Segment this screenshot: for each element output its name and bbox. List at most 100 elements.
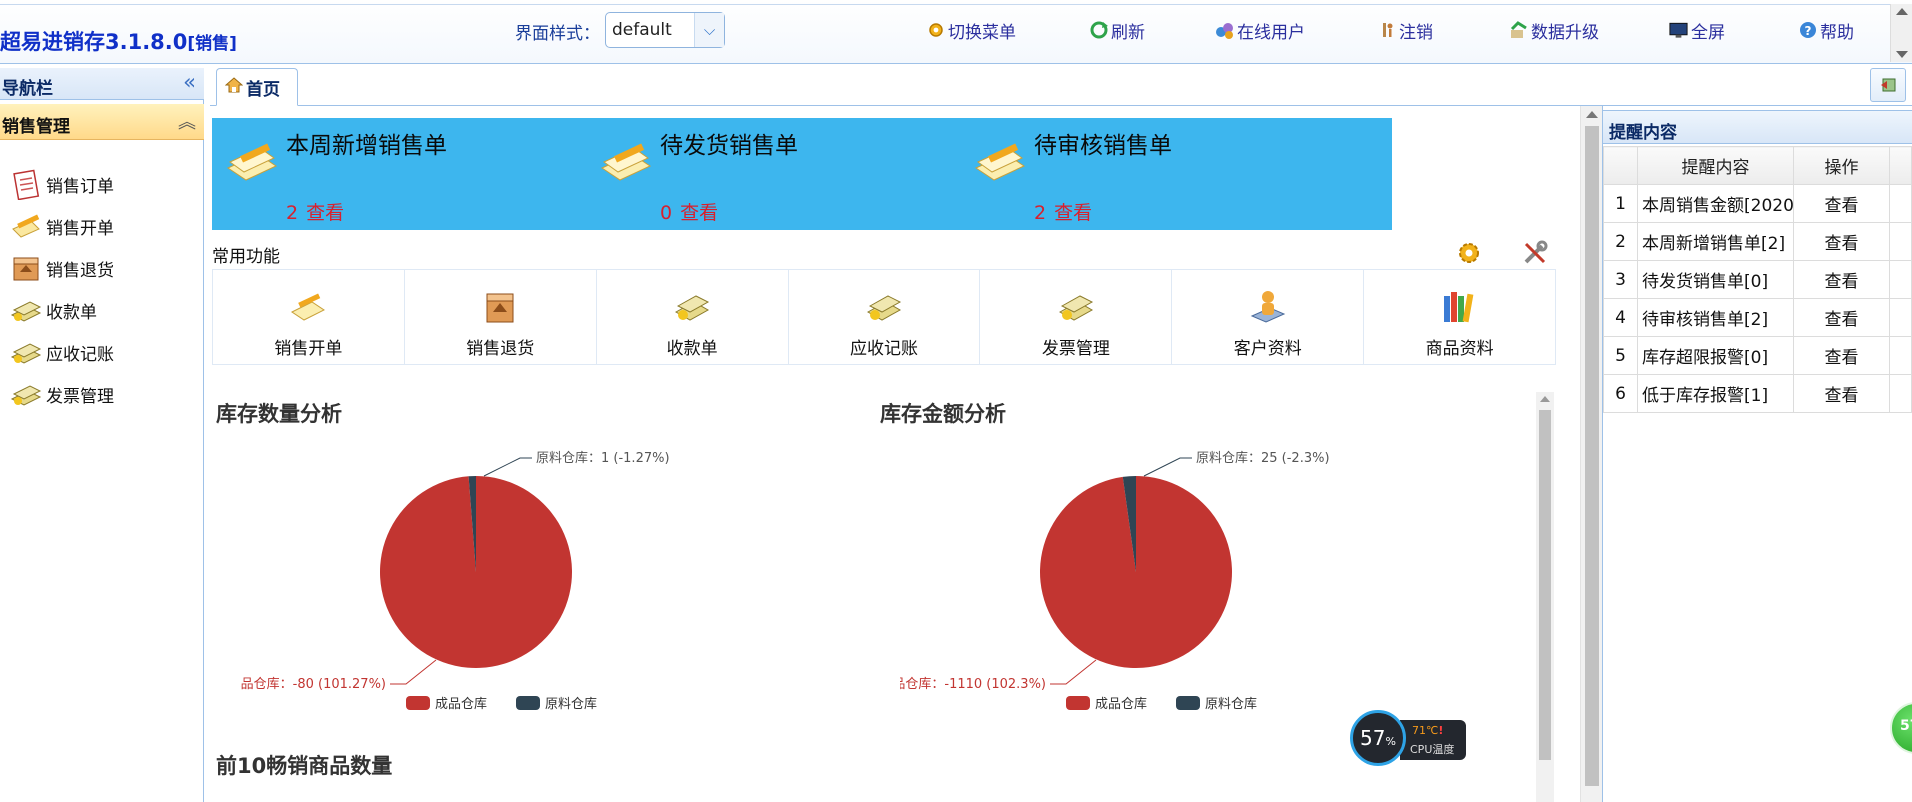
row-view-link[interactable]: 查看: [1793, 222, 1890, 261]
stat-card-weekly-new[interactable]: 本周新增销售单 2 查看: [212, 118, 644, 230]
stat-card-pending-review[interactable]: 待审核销售单 2 查看: [960, 118, 1392, 230]
scrollbar-thumb[interactable]: [1539, 410, 1551, 760]
cpu-usage-ring: 57%: [1350, 710, 1406, 766]
scrollbar-thumb[interactable]: [1585, 126, 1599, 786]
legend-swatch: [1066, 696, 1090, 710]
style-select[interactable]: default ⌵: [605, 12, 725, 48]
refresh-label: 刷新: [1111, 22, 1145, 43]
legend-swatch: [516, 696, 540, 710]
sidebar-item-receipt[interactable]: 收款单: [8, 292, 97, 328]
func-label: 发票管理: [1041, 339, 1110, 359]
cpu-percent: 57%: [1360, 726, 1396, 750]
sales-section-header[interactable]: 销售管理 ︽: [0, 104, 204, 140]
customer-icon: [1248, 288, 1288, 326]
sidebar-item-invoice-mgmt[interactable]: 发票管理: [8, 376, 114, 412]
func-label: 客户资料: [1233, 339, 1302, 359]
chevron-down-icon[interactable]: ⌵: [694, 13, 724, 47]
col-header-spacer: [1889, 146, 1912, 185]
app-title: 超易进销存3.1.8.0[销售]: [0, 26, 237, 56]
main-content: 本周新增销售单 2 查看 待发货销售单 0 查看 待审核销售单 2 查看 常用功能 销…: [210, 106, 1580, 802]
row-num: 1: [1603, 184, 1638, 223]
header-scrollbar[interactable]: [1890, 4, 1912, 62]
stat-title: 本周新增销售单: [286, 133, 447, 159]
legend-label: 成品仓库: [435, 696, 487, 712]
scroll-up-icon[interactable]: [1586, 111, 1598, 118]
sales-section-title: 销售管理: [2, 117, 70, 137]
stat-title: 待审核销售单: [1034, 133, 1172, 159]
table-row[interactable]: 1 本周销售金额[2020 查看: [1603, 184, 1912, 223]
legend-label: 原料仓库: [545, 696, 597, 712]
switch-menu-button[interactable]: 切换菜单: [925, 17, 1016, 43]
tab-home[interactable]: 首页: [216, 68, 298, 106]
scroll-down-icon[interactable]: [1896, 51, 1908, 58]
cpu-monitor-widget[interactable]: 71℃! CPU温度 57%: [1350, 710, 1468, 766]
cpu-temp-value: 71℃: [1412, 724, 1439, 737]
cpu-temp-box: 71℃! CPU温度: [1400, 720, 1466, 760]
notepad-icon: [8, 167, 44, 201]
main-scrollbar[interactable]: [1580, 106, 1602, 802]
style-select-value: default: [612, 20, 672, 40]
row-spacer: [1889, 222, 1912, 261]
func-label: 销售退货: [466, 339, 535, 359]
func-invoice-mgmt[interactable]: 发票管理: [979, 269, 1172, 365]
table-row[interactable]: 3 待发货销售单[0] 查看: [1603, 260, 1912, 299]
fullscreen-button[interactable]: 全屏: [1668, 17, 1725, 43]
row-view-link[interactable]: 查看: [1793, 374, 1890, 413]
row-view-link[interactable]: 查看: [1793, 260, 1890, 299]
row-spacer: [1889, 298, 1912, 337]
refresh-button[interactable]: 刷新: [1088, 17, 1145, 43]
row-spacer: [1889, 184, 1912, 223]
stat-view-link[interactable]: 查看: [680, 202, 718, 224]
col-header-op[interactable]: 操作: [1793, 146, 1890, 185]
table-row[interactable]: 4 待审核销售单[2] 查看: [1603, 298, 1912, 337]
tab-home-label: 首页: [246, 79, 280, 100]
stat-card-pending-shipment[interactable]: 待发货销售单 0 查看: [586, 118, 1018, 230]
help-button[interactable]: ? 帮助: [1797, 17, 1854, 43]
func-sales-return[interactable]: 销售退货: [403, 269, 596, 365]
sidebar-item-sales-return[interactable]: 销售退货: [8, 250, 114, 286]
chart-quantity: 成品仓库：-80 (101.27%) 原料仓库：1 (-1.27%) 成品仓库 原料仓…: [240, 450, 670, 712]
table-row[interactable]: 2 本周新增销售单[2] 查看: [1603, 222, 1912, 261]
chart-amount: 成品仓库：-1110 (102.3%) 原料仓库：25 (-2.3%) 成品仓库 原料…: [900, 450, 1330, 712]
func-receipt[interactable]: 收款单: [595, 269, 788, 365]
table-row[interactable]: 6 低于库存报警[1] 查看: [1603, 374, 1912, 413]
table-row[interactable]: 5 库存超限报警[0] 查看: [1603, 336, 1912, 375]
gear-icon[interactable]: [1456, 240, 1484, 268]
online-users-button[interactable]: 在线用户: [1214, 17, 1305, 43]
scroll-up-icon[interactable]: [1896, 8, 1908, 15]
pie-label: 原料仓库：1 (-1.27%): [536, 450, 670, 466]
chevron-up-icon[interactable]: ︽: [178, 108, 196, 134]
func-label: 商品资料: [1425, 339, 1494, 359]
stat-count-value: 2: [1034, 202, 1047, 224]
stat-count: 2 查看: [286, 198, 344, 225]
pencil-paper-icon: [8, 209, 44, 243]
sidebar-item-receivable[interactable]: 应收记账: [8, 334, 114, 370]
collapse-icon[interactable]: «: [183, 70, 196, 94]
row-view-link[interactable]: 查看: [1793, 336, 1890, 375]
wrench-icon[interactable]: [1522, 240, 1550, 268]
func-customer-info[interactable]: 客户资料: [1171, 269, 1364, 365]
sidebar-item-label: 应收记账: [46, 344, 114, 365]
scroll-up-icon[interactable]: [1540, 396, 1550, 402]
legend-swatch: [1176, 696, 1200, 710]
row-view-link[interactable]: 查看: [1793, 184, 1890, 223]
charts-scrollbar[interactable]: [1536, 392, 1554, 802]
func-sales-invoice[interactable]: 销售开单: [212, 269, 404, 365]
stat-view-link[interactable]: 查看: [306, 202, 344, 224]
tab-tool-button[interactable]: [1870, 68, 1906, 102]
box-up-icon: [480, 288, 520, 326]
sidebar-item-sales-order[interactable]: 销售订单: [8, 166, 114, 202]
sidebar-item-label: 销售开单: [46, 218, 114, 239]
logout-button[interactable]: 注销: [1376, 17, 1433, 43]
sidebar-item-sales-invoice[interactable]: 销售开单: [8, 208, 114, 244]
reminder-panel: 提醒内容 提醒内容 操作 1 本周销售金额[2020 查看 2 本周新增销售单[2] 查…: [1602, 106, 1912, 802]
stat-count: 2 查看: [1034, 198, 1092, 225]
col-header-content[interactable]: 提醒内容: [1637, 146, 1794, 185]
data-upgrade-button[interactable]: 数据升级: [1508, 17, 1599, 43]
func-receivable[interactable]: 应收记账: [787, 269, 980, 365]
pencil-paper-icon: [972, 140, 1028, 184]
data-upgrade-label: 数据升级: [1531, 22, 1599, 43]
func-product-info[interactable]: 商品资料: [1363, 269, 1557, 365]
stat-view-link[interactable]: 查看: [1054, 202, 1092, 224]
row-view-link[interactable]: 查看: [1793, 298, 1890, 337]
